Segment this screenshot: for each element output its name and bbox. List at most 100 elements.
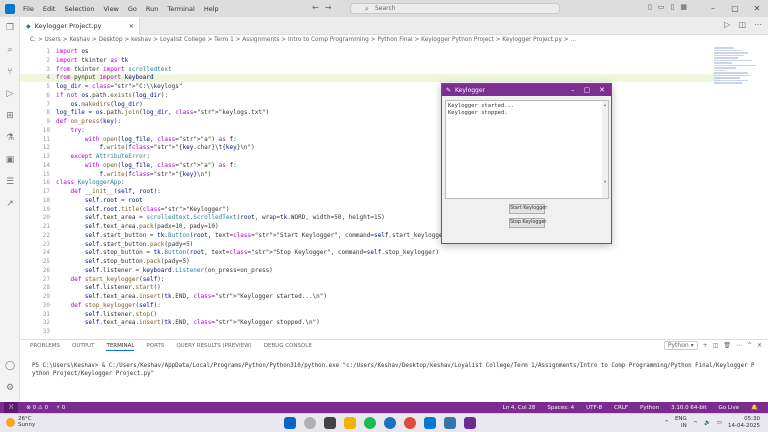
code-line[interactable]: 19 self.root.title(class="str">"Keylogge… xyxy=(20,206,720,214)
start-keylogger-button[interactable]: Start Keylogger xyxy=(509,204,547,214)
tab-output[interactable]: OUTPUT xyxy=(72,343,94,351)
task-view-icon[interactable] xyxy=(324,417,336,429)
code-line[interactable]: 12 f.write(fclass="str">"{key.char}\t{ke… xyxy=(20,144,720,152)
search-sidebar-icon[interactable]: ⌕ xyxy=(0,39,20,61)
code-line[interactable]: 3 from tkinter import scrolledtext xyxy=(20,66,720,74)
menu-help[interactable]: Help xyxy=(204,5,219,13)
menu-run[interactable]: Run xyxy=(146,5,158,13)
split-terminal-icon[interactable]: ◫ xyxy=(713,342,719,349)
menu-view[interactable]: View xyxy=(103,5,118,13)
code-line[interactable]: 4 from pynput import keyboard xyxy=(20,74,720,83)
menu-file[interactable]: File xyxy=(23,5,34,13)
new-terminal-icon[interactable]: + xyxy=(703,342,708,349)
code-editor[interactable]: 1 import os 2 import tkinter as tk 3 from tki… xyxy=(20,46,768,339)
back-arrow-icon[interactable]: ← xyxy=(312,3,319,12)
text-scrollbar[interactable]: ▲ ▼ xyxy=(602,101,608,198)
problems-count[interactable]: ⊗ 0 ⚠ 0 xyxy=(26,405,48,411)
start-windows-icon[interactable] xyxy=(284,417,296,429)
terminal-profile-dropdown[interactable]: Python ▾ xyxy=(663,341,698,350)
command-center-search[interactable]: ⌕ Search xyxy=(350,3,560,14)
kl-maximize-icon[interactable]: ▢ xyxy=(584,86,591,94)
code-line[interactable]: 6 if not os.path.exists(log_dir): xyxy=(20,92,720,100)
show-hidden-icons[interactable]: ^ xyxy=(664,420,669,426)
keylogger-taskbar-icon[interactable] xyxy=(464,417,476,429)
tab-ports[interactable]: PORTS xyxy=(146,343,164,351)
python-interpreter[interactable]: 3.10.0 64-bit xyxy=(671,405,706,411)
code-line[interactable]: 13 except AttributeError: xyxy=(20,153,720,161)
menu-go[interactable]: Go xyxy=(128,5,137,13)
clock-date[interactable]: 14-04-2025 xyxy=(728,423,760,430)
language-mode[interactable]: Python xyxy=(640,405,659,411)
customize-layout-icon[interactable]: ▦ xyxy=(680,3,687,11)
code-line[interactable]: 9 def on_press(key): xyxy=(20,118,720,126)
code-line[interactable]: 8 log_file = os.path.join(log_dir, class=… xyxy=(20,109,720,117)
battery-icon[interactable]: ▭ xyxy=(717,420,722,426)
volume-icon[interactable]: 🔈 xyxy=(704,420,711,426)
weather-widget[interactable]: 26°C Sunny xyxy=(6,416,35,428)
python-taskbar-icon[interactable] xyxy=(444,417,456,429)
close-panel-icon[interactable]: ✕ xyxy=(757,342,762,349)
code-line[interactable]: 10 try: xyxy=(20,127,720,135)
live-share-icon[interactable]: ↗ xyxy=(0,193,20,215)
close-icon[interactable]: ✕ xyxy=(746,0,768,17)
minimap[interactable] xyxy=(714,46,762,86)
code-line[interactable]: 31 self.listener.stop() xyxy=(20,311,720,319)
code-line[interactable]: 23 self.start_button.pack(pady=5) xyxy=(20,241,720,249)
code-line[interactable]: 28 self.listener.start() xyxy=(20,284,720,292)
code-line[interactable]: 15 f.write(fclass="str">"{key}\n") xyxy=(20,171,720,179)
account-icon[interactable]: ◯ xyxy=(0,355,20,377)
cursor-position[interactable]: Ln 4, Col 28 xyxy=(503,405,536,411)
code-line[interactable]: 17 def __init__(self, root): xyxy=(20,188,720,196)
edge-icon[interactable] xyxy=(384,417,396,429)
code-line[interactable]: 20 self.text_area = scrolledtext.Scrolle… xyxy=(20,214,720,222)
spotify-icon[interactable] xyxy=(364,417,376,429)
split-editor-icon[interactable]: ◫ xyxy=(738,20,746,29)
stop-keylogger-button[interactable]: Stop Keylogger xyxy=(509,218,546,228)
trash-icon[interactable]: 🗑 xyxy=(723,342,731,349)
code-line[interactable]: 22 self.start_button = tk.Button(root, t… xyxy=(20,232,720,240)
kl-minimize-icon[interactable]: – xyxy=(571,86,575,94)
code-line[interactable]: 16 class KeyloggerApp: xyxy=(20,179,720,187)
extensions-icon[interactable]: ⊞ xyxy=(0,105,20,127)
tab-keylogger-project[interactable]: ◆ Keylogger Project.py × xyxy=(20,17,140,35)
run-debug-icon[interactable]: ▷ xyxy=(0,83,20,105)
tab-query-results[interactable]: QUERY RESULTS (PREVIEW) xyxy=(176,343,251,351)
terminal-output[interactable]: PS C:\Users\Keshav> & C:/Users/Keshav/Ap… xyxy=(32,362,757,378)
code-line[interactable]: 21 self.text_area.pack(padx=10, pady=10) xyxy=(20,223,720,231)
layout-panel-icon[interactable]: ▭ xyxy=(658,3,665,11)
more-icon[interactable]: ⋯ xyxy=(736,342,742,349)
chrome-icon[interactable] xyxy=(404,417,416,429)
code-line[interactable]: 29 self.text_area.insert(tk.END, class="… xyxy=(20,293,720,301)
ports-count[interactable]: ⚡ 0 xyxy=(56,405,65,411)
tab-terminal[interactable]: TERMINAL xyxy=(106,343,135,351)
code-line[interactable]: 25 self.stop_button.pack(pady=5) xyxy=(20,258,720,266)
indentation[interactable]: Spaces: 4 xyxy=(547,405,574,411)
vscode-taskbar-icon[interactable] xyxy=(424,417,436,429)
code-line[interactable]: 33 xyxy=(20,328,720,336)
code-line[interactable]: 27 def start_keylogger(self): xyxy=(20,276,720,284)
layout-sidebar-icon[interactable]: ▯ xyxy=(648,3,652,11)
code-line[interactable]: 24 self.stop_button = tk.Button(root, te… xyxy=(20,249,720,257)
code-line[interactable]: 11 with open(log_file, class="str">"a") … xyxy=(20,136,720,144)
code-line[interactable]: 30 def stop_keylogger(self): xyxy=(20,302,720,310)
notifications-bell-icon[interactable]: 🔔 xyxy=(751,405,758,411)
explorer-icon[interactable]: ❐ xyxy=(0,17,20,39)
encoding[interactable]: UTF-8 xyxy=(586,405,602,411)
code-line[interactable]: 26 self.listener = keyboard.Listener(on_… xyxy=(20,267,720,275)
code-line[interactable]: 32 self.text_area.insert(tk.END, class="… xyxy=(20,319,720,327)
breadcrumb[interactable]: C: > Users > Keshav > Desktop > keshav >… xyxy=(20,35,768,46)
settings-gear-icon[interactable]: ⚙ xyxy=(0,377,20,399)
line-ending[interactable]: CRLF xyxy=(614,405,628,411)
more-actions-icon[interactable]: ⋯ xyxy=(754,20,762,29)
menu-edit[interactable]: Edit xyxy=(43,5,56,13)
region-indicator[interactable]: IN xyxy=(675,423,687,430)
menu-selection[interactable]: Selection xyxy=(64,5,94,13)
tab-problems[interactable]: PROBLEMS xyxy=(30,343,60,351)
layout-secondary-icon[interactable]: ▯ xyxy=(670,3,674,11)
code-line[interactable]: 7 os.makedirs(log_dir) xyxy=(20,101,720,109)
maximize-panel-icon[interactable]: ^ xyxy=(747,342,752,349)
kl-close-icon[interactable]: ✕ xyxy=(599,86,605,94)
maximize-icon[interactable]: ▢ xyxy=(724,0,746,17)
search-taskbar-icon[interactable] xyxy=(304,417,316,429)
remote-explorer-icon[interactable]: ▣ xyxy=(0,149,20,171)
